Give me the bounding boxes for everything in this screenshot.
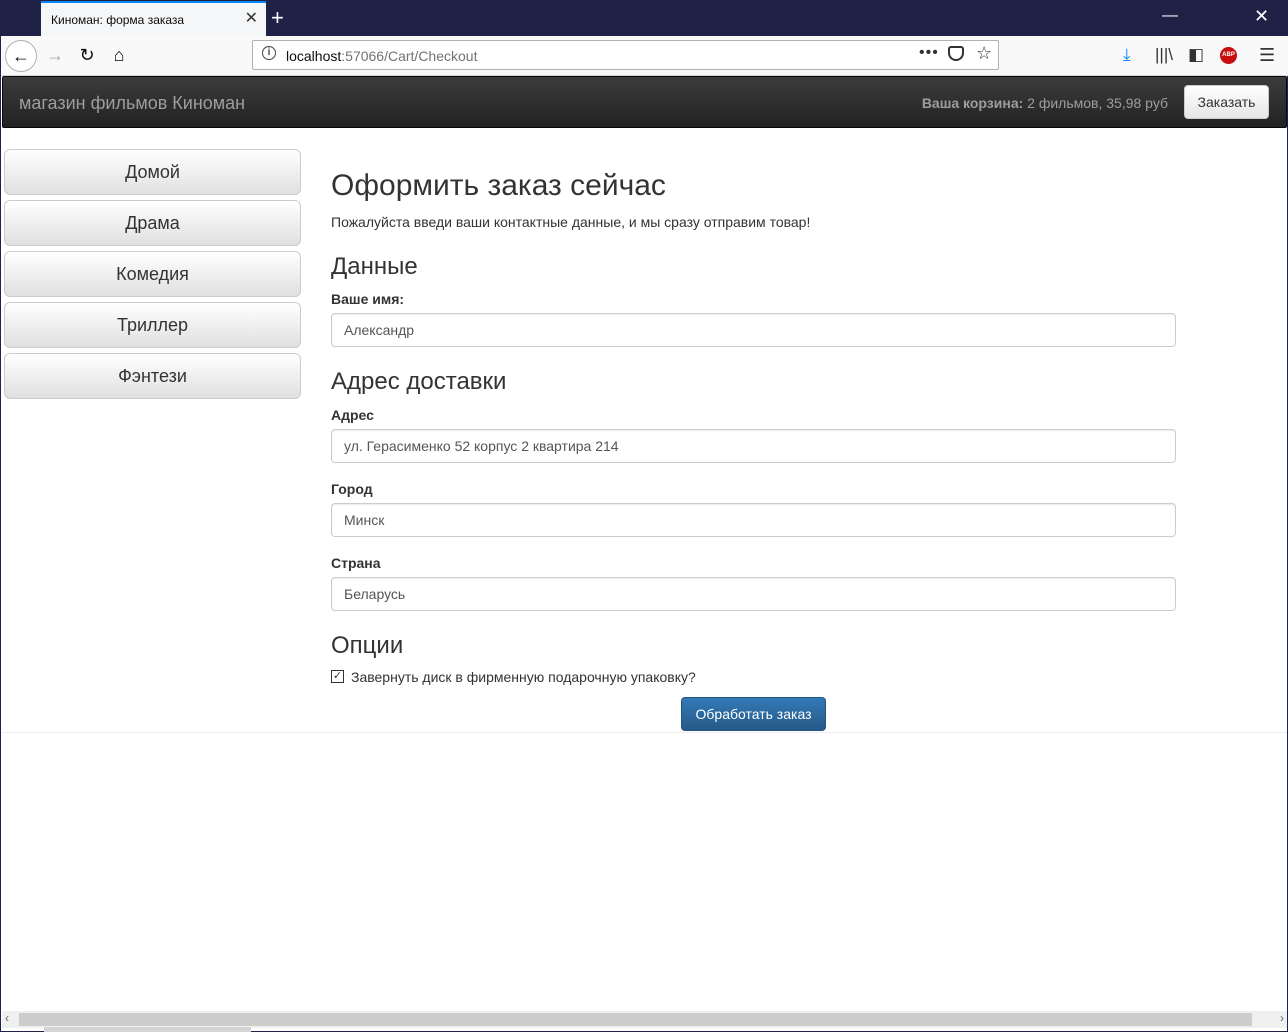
intro-text: Пожалуйста введи ваши контактные данные,… [331, 214, 811, 230]
download-icon[interactable]: ⤓ [1123, 45, 1131, 65]
window-close-icon[interactable]: ✕ [1254, 6, 1269, 27]
sidebar-item-drama[interactable]: Драма [4, 200, 301, 246]
tab-checkout[interactable]: Киноман: форма заказа ✕ [41, 1, 266, 36]
checkout-button[interactable]: Заказать [1184, 85, 1269, 119]
giftwrap-label[interactable]: Завернуть диск в фирменную подарочную уп… [351, 669, 696, 685]
brand-link[interactable]: магазин фильмов Киноман [19, 93, 245, 114]
tab-close-icon[interactable]: ✕ [245, 10, 258, 28]
site-navbar: магазин фильмов Киноман Ваша корзина: 2 … [2, 76, 1287, 128]
horizontal-scrollbar[interactable]: ‹ › [2, 1011, 1287, 1028]
name-field[interactable] [331, 313, 1176, 347]
sidebar-icon[interactable]: ◧ [1188, 45, 1204, 65]
url-host: localhost [286, 48, 342, 64]
address-field[interactable] [331, 429, 1176, 463]
sidebar-item-home[interactable]: Домой [4, 149, 301, 195]
scroll-right-icon[interactable]: › [1280, 1011, 1284, 1025]
name-label: Ваше имя: [331, 291, 405, 307]
tab-title: Киноман: форма заказа [51, 13, 185, 27]
taskbar-item [44, 1027, 251, 1032]
sidebar-item-comedy[interactable]: Комедия [4, 251, 301, 297]
forward-icon[interactable]: → [39, 40, 71, 72]
library-icon[interactable]: |||\ [1155, 45, 1173, 65]
new-tab-icon[interactable]: + [271, 5, 284, 31]
adblock-icon[interactable]: ABP [1220, 47, 1237, 64]
reload-icon[interactable]: ↻ [71, 40, 103, 72]
cart-value: 2 фильмов, 35,98 руб [1023, 95, 1168, 111]
url-text[interactable]: localhost:57066/Cart/Checkout [286, 48, 477, 64]
back-icon[interactable]: ← [5, 40, 37, 72]
sidebar-item-thriller[interactable]: Триллер [4, 302, 301, 348]
section-options-heading: Опции [331, 632, 404, 659]
pocket-icon[interactable] [948, 46, 964, 61]
url-bar[interactable]: i localhost:57066/Cart/Checkout ••• ☆ [252, 40, 999, 70]
city-field[interactable] [331, 503, 1176, 537]
browser-window: Киноман: форма заказа ✕ + — ✕ ← → ↻ ⌂ i … [0, 0, 1288, 1032]
tab-strip: Киноман: форма заказа ✕ + — ✕ [1, 1, 1288, 36]
section-address-heading: Адрес доставки [331, 368, 507, 395]
cart-summary: Ваша корзина: 2 фильмов, 35,98 руб [922, 95, 1168, 111]
section-details-heading: Данные [331, 253, 418, 280]
footer-divider [2, 732, 1287, 733]
hamburger-menu-icon[interactable]: ☰ [1259, 45, 1275, 66]
page-title: Оформить заказ сейчас [331, 169, 666, 202]
city-label: Город [331, 481, 373, 497]
scroll-left-icon[interactable]: ‹ [5, 1011, 9, 1025]
info-icon[interactable]: i [262, 46, 276, 60]
url-path: :57066/Cart/Checkout [341, 48, 478, 64]
page-actions-icon[interactable]: ••• [919, 44, 939, 62]
bookmark-star-icon[interactable]: ☆ [976, 43, 992, 64]
minimize-icon[interactable]: — [1162, 7, 1178, 25]
country-label: Страна [331, 555, 381, 571]
sidebar-item-fantasy[interactable]: Фэнтези [4, 353, 301, 399]
scrollbar-thumb[interactable] [19, 1013, 1252, 1026]
giftwrap-checkbox[interactable]: ✓ [331, 670, 344, 683]
cart-label: Ваша корзина: [921, 95, 1024, 111]
address-label: Адрес [331, 407, 374, 423]
category-sidebar: Домой Драма Комедия Триллер Фэнтези [4, 149, 301, 404]
home-icon[interactable]: ⌂ [103, 40, 135, 72]
submit-order-button[interactable]: Обработать заказ [681, 697, 826, 731]
browser-toolbar: ← → ↻ ⌂ i localhost:57066/Cart/Checkout … [1, 36, 1288, 76]
country-field[interactable] [331, 577, 1176, 611]
